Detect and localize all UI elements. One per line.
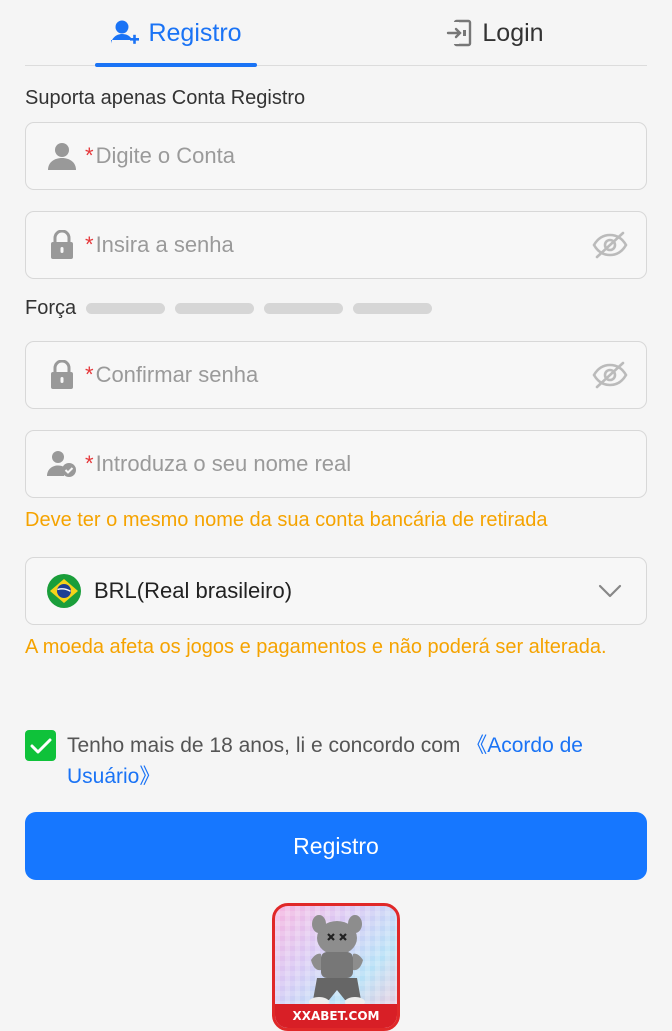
promo-app-badge[interactable]: XXABET.COM (272, 903, 400, 1031)
tab-register[interactable]: Registro (95, 0, 257, 67)
agree-statement: Tenho mais de 18 anos, li e concordo com (67, 734, 467, 757)
active-tab-indicator (95, 63, 257, 67)
brazil-flag-icon (46, 574, 82, 608)
user-icon (44, 141, 80, 171)
login-door-icon (447, 19, 472, 47)
eye-off-icon[interactable] (592, 230, 628, 260)
required-mark: * (85, 451, 94, 476)
confirm-placeholder: Confirmar senha (95, 362, 259, 387)
checkmark-icon (30, 738, 51, 753)
support-hint: Suporta apenas Conta Registro (25, 87, 306, 109)
age-agreement: Tenho mais de 18 anos, li e concordo com… (25, 730, 645, 792)
strength-label: Força (25, 297, 77, 319)
tab-login-label: Login (482, 18, 544, 47)
eye-off-icon[interactable] (592, 360, 628, 390)
kaws-figure-image (309, 915, 365, 1007)
password-field[interactable]: * Insira a senha (25, 211, 647, 279)
required-mark: * (85, 362, 94, 387)
currency-value: BRL(Real brasileiro) (94, 578, 293, 603)
auth-tabs: Registro Login (25, 0, 647, 67)
required-mark: * (85, 143, 94, 168)
strength-bar (353, 303, 433, 314)
realname-placeholder: Introduza o seu nome real (95, 451, 352, 476)
password-strength: Força (25, 297, 442, 320)
real-name-field[interactable]: * Introduza o seu nome real (25, 430, 647, 498)
strength-bar (264, 303, 344, 314)
lock-icon (44, 230, 80, 260)
lock-icon (44, 360, 80, 390)
agree-text: Tenho mais de 18 anos, li e concordo com… (67, 730, 645, 792)
account-placeholder: Digite o Conta (95, 143, 235, 168)
realname-warning: Deve ter o mesmo nome da sua conta bancá… (25, 509, 548, 531)
chevron-down-icon (598, 584, 622, 598)
confirm-password-field[interactable]: * Confirmar senha (25, 341, 647, 409)
currency-warning: A moeda afeta os jogos e pagamentos e nã… (25, 636, 607, 658)
tab-register-label: Registro (148, 18, 242, 47)
strength-bar (175, 303, 255, 314)
verified-user-icon (44, 450, 80, 478)
strength-bar (86, 303, 166, 314)
agree-checkbox[interactable] (25, 730, 56, 761)
currency-select[interactable]: BRL(Real brasileiro) (25, 557, 647, 625)
account-field[interactable]: * Digite o Conta (25, 122, 647, 190)
register-submit-button[interactable]: Registro (25, 812, 647, 880)
required-mark: * (85, 232, 94, 257)
register-page: Registro Login Suporta apenas Conta Regi… (0, 0, 672, 1031)
add-user-icon (111, 20, 140, 45)
password-placeholder: Insira a senha (95, 232, 234, 257)
promo-brand-label: XXABET.COM (275, 1004, 397, 1028)
tab-login[interactable]: Login (435, 0, 555, 66)
